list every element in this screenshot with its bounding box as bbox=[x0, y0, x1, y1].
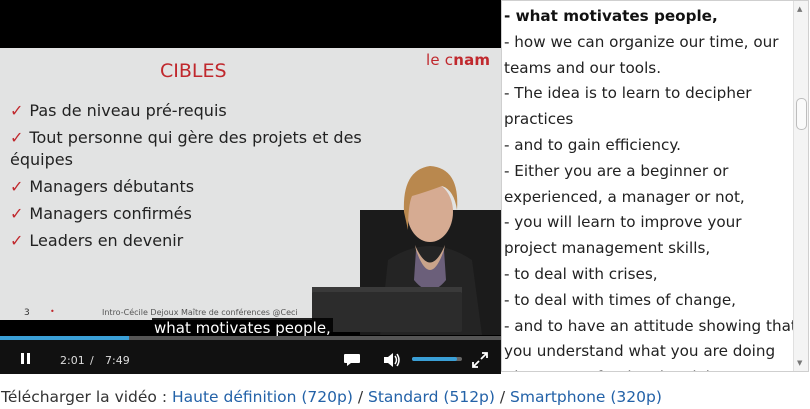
scrollbar-thumb[interactable] bbox=[796, 98, 807, 130]
download-link-hd[interactable]: Haute définition (720p) bbox=[172, 388, 353, 406]
check-icon: ✓ bbox=[10, 128, 24, 147]
player-controls: 2:01 / 7:49 bbox=[0, 340, 501, 374]
transcript-line[interactable]: practices bbox=[504, 107, 796, 133]
transcript-line[interactable]: - how we can organize our time, our bbox=[504, 30, 796, 56]
volume-slider[interactable] bbox=[412, 357, 462, 361]
link-separator: / bbox=[494, 388, 511, 406]
transcript-panel[interactable]: - what motivates people, - how we can or… bbox=[501, 0, 809, 372]
download-label: Télécharger la vidéo : bbox=[1, 388, 172, 406]
transcript-line[interactable]: you understand what you are doing bbox=[504, 339, 796, 365]
fullscreen-icon[interactable] bbox=[472, 352, 488, 368]
volume-level bbox=[412, 357, 457, 361]
download-line: Télécharger la vidéo : Haute définition … bbox=[1, 388, 662, 406]
slide-bullet: ✓ Managers débutants bbox=[10, 177, 195, 196]
time-separator: / bbox=[90, 354, 94, 367]
pause-icon-bar bbox=[27, 353, 30, 364]
transcript-line[interactable]: - to deal with crises, bbox=[504, 262, 796, 288]
transcript-line[interactable]: - The idea is to learn to decipher bbox=[504, 81, 796, 107]
pause-button[interactable] bbox=[21, 353, 31, 364]
slide-bullet: ✓ Leaders en devenir bbox=[10, 231, 184, 250]
subtitle-caption: what motivates people, bbox=[152, 318, 333, 338]
transcript-line[interactable]: - you will learn to improve your bbox=[504, 210, 796, 236]
link-separator: / bbox=[352, 388, 368, 406]
slide-title: CIBLES bbox=[160, 60, 227, 82]
duration: 7:49 bbox=[105, 354, 130, 367]
transcript-line[interactable]: project management skills, bbox=[504, 236, 796, 262]
check-icon: ✓ bbox=[10, 177, 24, 196]
transcript-line[interactable]: - to deal with times of change, bbox=[504, 288, 796, 314]
laptop bbox=[312, 292, 462, 332]
transcript-line[interactable]: - and to gain efficiency. bbox=[504, 133, 796, 159]
slide-bullet: ✓ Tout personne qui gère des projets et d… bbox=[10, 128, 362, 169]
transcript-scrollbar[interactable]: ▲ ▼ bbox=[793, 1, 808, 371]
slide-bullet-list: ✓ Pas de niveau pré-requis ✓ Tout personne… bbox=[10, 100, 370, 257]
slide-footer: Intro-Cécile Dejoux Maître de conférence… bbox=[102, 308, 298, 317]
transcript-line[interactable]: - Either you are a beginner or bbox=[504, 159, 796, 185]
transcript-line[interactable]: - what motivates people, bbox=[504, 4, 796, 30]
video-frame[interactable]: le cnam CIBLES ✓ Pas de niveau pré-requis… bbox=[0, 0, 501, 335]
transcript-line[interactable]: - in your professional activity. bbox=[504, 365, 796, 371]
cnam-logo: le cnam bbox=[426, 51, 491, 69]
scroll-down-icon[interactable]: ▼ bbox=[797, 359, 802, 367]
slide-marker-icon: • bbox=[50, 307, 55, 316]
check-icon: ✓ bbox=[10, 204, 24, 223]
transcript-line[interactable]: teams and our tools. bbox=[504, 56, 796, 82]
slide-page-number: 3 bbox=[24, 308, 30, 318]
transcript-line[interactable]: - and to have an attitude showing that bbox=[504, 314, 797, 340]
scroll-up-icon[interactable]: ▲ bbox=[797, 5, 802, 13]
check-icon: ✓ bbox=[10, 231, 24, 250]
video-player[interactable]: le cnam CIBLES ✓ Pas de niveau pré-requis… bbox=[0, 0, 501, 374]
current-time: 2:01 bbox=[60, 354, 85, 367]
pause-icon-bar bbox=[21, 353, 24, 364]
slide-bullet: ✓ Managers confirmés bbox=[10, 204, 192, 223]
download-link-smartphone[interactable]: Smartphone (320p) bbox=[510, 388, 662, 406]
volume-icon[interactable] bbox=[383, 352, 401, 368]
slide-bullet: ✓ Pas de niveau pré-requis bbox=[10, 101, 227, 120]
transcript-list: - what motivates people, - how we can or… bbox=[504, 4, 797, 371]
captions-icon[interactable] bbox=[343, 352, 361, 368]
check-icon: ✓ bbox=[10, 101, 24, 120]
transcript-line[interactable]: experienced, a manager or not, bbox=[504, 185, 796, 211]
download-link-standard[interactable]: Standard (512p) bbox=[368, 388, 495, 406]
